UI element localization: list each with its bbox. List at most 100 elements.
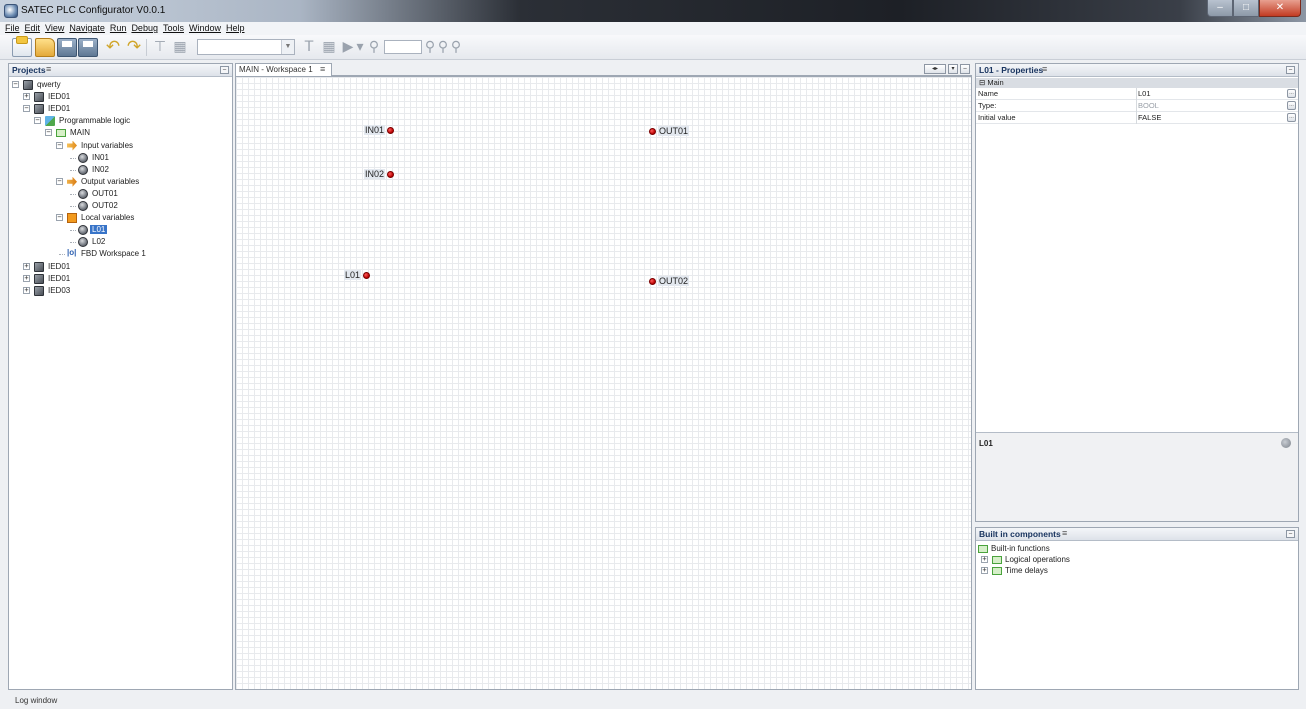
menu-window[interactable]: Window <box>187 22 224 35</box>
save-icon[interactable] <box>57 38 77 57</box>
menu-navigate[interactable]: Navigate <box>67 22 108 35</box>
collapse-icon[interactable]: − <box>45 129 52 137</box>
minimize-panel-icon[interactable]: – <box>1286 66 1295 74</box>
tree-item-out01[interactable]: OUT01 <box>9 188 231 200</box>
property-value[interactable]: FALSE <box>1138 113 1161 122</box>
tab-menu-icon[interactable]: ≡ <box>320 64 325 74</box>
input-pin-icon[interactable] <box>649 127 656 135</box>
tree-item-in02[interactable]: IN02 <box>9 164 231 176</box>
expand-icon[interactable]: + <box>23 286 30 294</box>
collapse-icon[interactable]: − <box>12 81 19 88</box>
output-pin-icon[interactable] <box>387 126 395 134</box>
toolbar-combo[interactable]: ▼ <box>197 39 295 55</box>
column-divider[interactable] <box>1136 88 1137 124</box>
tree-connector <box>70 169 76 171</box>
save-all-icon[interactable] <box>78 38 98 57</box>
tree-item-fbd-workspace-1[interactable]: |o| FBD Workspace 1 <box>9 248 231 260</box>
property-row-initial-value[interactable]: Initial value FALSE … <box>976 112 1298 124</box>
collapse-icon[interactable]: − <box>23 105 30 113</box>
output-pin-icon[interactable] <box>363 271 371 279</box>
tree-item-out02[interactable]: OUT02 <box>9 200 231 212</box>
variable-icon <box>78 225 88 236</box>
component-time-delays[interactable]: + Time delays <box>976 565 1296 577</box>
zoom-in-icon[interactable]: ⚲ <box>424 38 436 57</box>
property-section-main[interactable]: ⊟ Main <box>976 78 1298 88</box>
property-row-type[interactable]: Type: BOOL … <box>976 100 1298 112</box>
edit-property-button[interactable]: … <box>1287 89 1296 98</box>
minimize-button[interactable]: – <box>1207 0 1233 17</box>
minimize-panel-icon[interactable]: – <box>220 66 229 74</box>
grid-icon[interactable]: ▦ <box>170 38 190 57</box>
tree-item-ied01[interactable]: + IED01 <box>9 273 231 285</box>
variable-node-in01[interactable]: IN01 <box>364 124 395 136</box>
tree-item-ied01[interactable]: + IED01 <box>9 91 231 103</box>
tree-item-local-variables[interactable]: − Local variables <box>9 212 231 224</box>
fbd-canvas[interactable]: IN01 IN02 L01 OUT01 OUT02 <box>235 76 972 690</box>
edit-property-button[interactable]: … <box>1287 113 1296 122</box>
zoom-out-icon[interactable]: ⚲ <box>437 38 449 57</box>
tree-item-output-variables[interactable]: − Output variables <box>9 176 231 188</box>
tree-item-ied01[interactable]: + IED01 <box>9 261 231 273</box>
tree-item-input-variables[interactable]: − Input variables <box>9 140 231 152</box>
device-icon <box>34 285 44 296</box>
maximize-button[interactable]: □ <box>1233 0 1259 17</box>
redo-icon[interactable]: ↷ <box>124 38 144 57</box>
tree-item-in01[interactable]: IN01 <box>9 152 231 164</box>
variable-node-out01[interactable]: OUT01 <box>649 125 690 137</box>
expand-icon[interactable]: + <box>23 93 30 101</box>
tee-icon[interactable]: T <box>299 38 319 57</box>
program-icon <box>45 116 55 127</box>
open-folder-icon[interactable] <box>35 38 55 57</box>
run-dropdown-icon[interactable]: ▾ <box>355 38 365 57</box>
tree-item-qwerty[interactable]: − qwerty <box>9 79 231 91</box>
undo-icon[interactable]: ↶ <box>103 38 123 57</box>
tree-item-main[interactable]: − MAIN <box>9 127 231 139</box>
chevron-down-icon[interactable]: ▼ <box>281 40 294 54</box>
panel-menu-icon[interactable]: ≡ <box>1042 64 1047 74</box>
tree-item-l01[interactable]: L01 <box>9 224 231 236</box>
build-icon[interactable]: ▦ <box>319 38 339 57</box>
expand-icon[interactable]: + <box>23 262 30 270</box>
component-label: Built-in functions <box>991 544 1050 553</box>
variable-node-out02[interactable]: OUT02 <box>649 275 690 287</box>
edit-property-button[interactable]: … <box>1287 101 1296 110</box>
property-value[interactable]: L01 <box>1138 89 1151 98</box>
minimize-panel-icon[interactable]: – <box>1286 530 1295 538</box>
menu-view[interactable]: View <box>43 22 67 35</box>
expand-icon[interactable]: + <box>23 274 30 282</box>
tree-item-programmable-logic[interactable]: − Programmable logic <box>9 115 231 127</box>
menu-run[interactable]: Run <box>108 22 130 35</box>
minimize-workspace-icon[interactable]: – <box>960 64 970 74</box>
panel-menu-icon[interactable]: ≡ <box>1062 528 1067 538</box>
zoom-icon[interactable]: ⚲ <box>367 38 381 57</box>
zoom-fit-icon[interactable]: ⚲ <box>450 38 462 57</box>
align-icon[interactable]: ⊤ <box>150 38 170 57</box>
input-pin-icon[interactable] <box>649 277 656 285</box>
menu-debug[interactable]: Debug <box>129 22 161 35</box>
output-pin-icon[interactable] <box>387 170 395 178</box>
expand-icon[interactable]: + <box>981 556 988 563</box>
log-window-tab[interactable]: Log window <box>15 696 57 705</box>
zoom-input[interactable] <box>384 40 422 54</box>
tree-item-l02[interactable]: L02 <box>9 236 231 248</box>
collapse-icon[interactable]: − <box>56 177 63 185</box>
menu-edit[interactable]: Edit <box>23 22 44 35</box>
scroll-tabs-icon[interactable]: ◂▸ <box>924 64 946 74</box>
tree-item-ied03[interactable]: + IED03 <box>9 285 231 297</box>
tab-list-icon[interactable]: ▾ <box>948 64 958 74</box>
expand-icon[interactable]: + <box>981 567 988 574</box>
menu-tools[interactable]: Tools <box>161 22 187 35</box>
menu-help[interactable]: Help <box>224 22 248 35</box>
menu-file[interactable]: File <box>3 22 23 35</box>
new-project-icon[interactable] <box>12 36 32 57</box>
tab-main-workspace[interactable]: MAIN - Workspace 1 ≡ <box>235 63 332 76</box>
collapse-icon[interactable]: − <box>56 214 63 222</box>
collapse-icon[interactable]: − <box>56 141 63 149</box>
panel-menu-icon[interactable]: ≡ <box>46 64 51 74</box>
close-button[interactable]: ✕ <box>1259 0 1301 17</box>
variable-node-l01[interactable]: L01 <box>344 269 371 281</box>
tree-item-ied01[interactable]: − IED01 <box>9 103 231 115</box>
property-row-name[interactable]: Name L01 … <box>976 88 1298 100</box>
variable-node-in02[interactable]: IN02 <box>364 168 395 180</box>
collapse-icon[interactable]: − <box>34 117 41 125</box>
